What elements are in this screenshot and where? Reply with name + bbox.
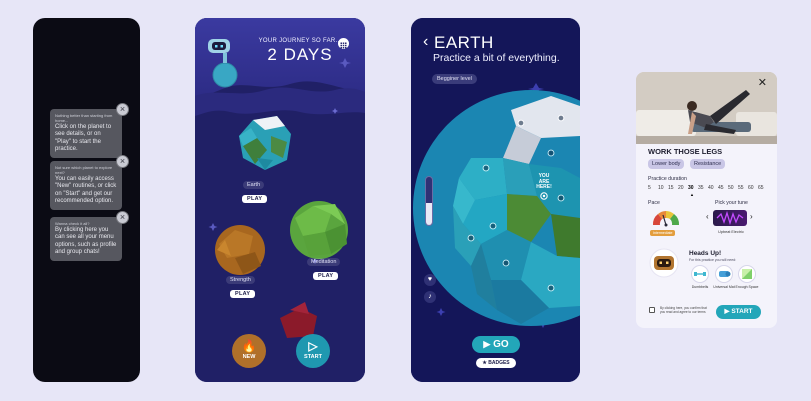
duration-option[interactable]: 40 — [708, 185, 714, 191]
go-button[interactable]: ▶ GO — [472, 336, 520, 353]
equipment-label: Enough Space — [735, 285, 759, 289]
tune-value: Upbeat Electric — [718, 230, 744, 234]
strength-planet — [215, 225, 265, 275]
workout-photo — [636, 72, 777, 144]
start-practice-label: START — [731, 308, 753, 315]
play-icon: ▶ — [724, 308, 730, 315]
tooltip-new-start: Not sure which planet to explore next? Y… — [50, 155, 129, 210]
tooltip-menu: Wanna check it all? By clicking here you… — [50, 211, 129, 261]
trophy-icon: ★ — [482, 360, 487, 366]
earth-globe[interactable] — [411, 18, 580, 382]
planet-label-meditation: Meditation — [307, 258, 341, 266]
tooltip-text: You can easily access "New" routines, or… — [55, 176, 117, 205]
play-icon: ▷ — [308, 339, 318, 353]
terms-checkbox[interactable] — [649, 307, 655, 313]
badges-button[interactable]: ★ BADGES — [476, 358, 516, 368]
tune-label: Pick your tune — [715, 200, 748, 206]
tag-chip[interactable]: Lower body — [648, 159, 685, 169]
journey-screen: YOUR JOURNEY SO FAR... 2 DAYS Earth PLAY… — [195, 18, 365, 382]
duration-option[interactable]: 35 — [698, 185, 704, 191]
planet-subtitle: Practice a bit of everything. — [433, 52, 560, 64]
equipment-label: Dumbbells — [691, 285, 709, 289]
pace-value: Intermediate — [650, 230, 676, 236]
tooltip-heading: Nothing better than starting from home..… — [55, 113, 113, 123]
start-button[interactable]: ▷ START — [296, 334, 330, 368]
meditation-planet — [290, 201, 348, 259]
tune-picker[interactable] — [713, 210, 747, 226]
pace-gauge[interactable] — [651, 207, 681, 227]
pace-label: Pace — [648, 200, 660, 206]
menu-grid-button[interactable] — [338, 38, 349, 49]
planet-label-strength: Strength — [226, 276, 255, 284]
tune-next-icon[interactable]: › — [750, 212, 753, 221]
dumbbells-icon — [691, 265, 709, 283]
back-icon[interactable]: ‹ — [423, 33, 428, 51]
tag-chip[interactable]: Resistance — [690, 159, 726, 169]
duration-option[interactable]: 5 — [648, 185, 651, 191]
duration-option[interactable]: 10 — [658, 185, 664, 191]
close-icon[interactable]: × — [116, 211, 129, 224]
new-button-label: NEW — [242, 354, 256, 360]
badges-button-label: BADGES — [488, 360, 510, 366]
start-button-label: START — [304, 354, 322, 360]
heads-up-subtitle: For this practice you will need: — [689, 258, 737, 262]
tune-prev-icon[interactable]: ‹ — [706, 212, 709, 221]
selected-marker-icon: ▲ — [690, 192, 694, 197]
bell-icon[interactable]: ♪ — [424, 291, 436, 303]
tooltip-planet: Nothing better than starting from home..… — [50, 103, 129, 158]
zoom-slider-fill — [426, 203, 432, 225]
zoom-slider[interactable] — [425, 176, 433, 226]
practice-title: WORK THOSE LEGS — [648, 147, 723, 156]
duration-option[interactable]: 45 — [718, 185, 724, 191]
play-strength-button[interactable]: PLAY — [230, 290, 256, 298]
heart-icon[interactable]: ♥ — [424, 274, 436, 286]
space-background — [195, 18, 365, 382]
robot-icon — [649, 248, 679, 278]
tooltip-heading: Not sure which planet to explore next? — [55, 165, 113, 175]
duration-option[interactable]: 65 — [758, 185, 764, 191]
planet-label-earth: Earth — [243, 181, 265, 189]
close-icon[interactable]: ✕ — [758, 76, 767, 89]
close-icon[interactable]: × — [116, 155, 129, 168]
onboarding-screen: Nothing better than starting from home..… — [33, 18, 140, 382]
tooltip-text: By clicking here you can see all your me… — [55, 227, 117, 256]
tooltip-heading: Wanna check it all? — [55, 221, 90, 226]
duration-option[interactable]: 55 — [738, 185, 744, 191]
go-button-label: GO — [493, 339, 509, 350]
you-are-here-marker: YOU ARE HERE! — [536, 173, 552, 190]
heads-up-title: Heads Up! — [689, 250, 722, 257]
duration-option[interactable]: 15 — [668, 185, 674, 191]
duration-option[interactable]: 50 — [728, 185, 734, 191]
grid-icon — [340, 42, 347, 49]
level-badge: Begginer level — [432, 74, 477, 84]
practice-setup-screen: ✕ WORK THOSE LEGS Lower body Resistance … — [636, 72, 777, 328]
duration-option[interactable]: 30 — [688, 185, 694, 191]
duration-option[interactable]: 60 — [748, 185, 754, 191]
play-earth-button[interactable]: PLAY — [242, 195, 268, 203]
earth-detail-screen: YOU ARE HERE! ‹ EARTH Practice a bit of … — [411, 18, 580, 382]
close-icon[interactable]: × — [116, 103, 129, 116]
space-icon — [738, 265, 756, 283]
hero-image — [636, 72, 777, 144]
terms-text: By clicking here, you confirm that you r… — [660, 306, 707, 314]
tooltip-text: Click on the planet to see details, or o… — [55, 124, 112, 153]
flame-icon: 🔥 — [241, 339, 257, 353]
soundwave-icon — [716, 210, 744, 226]
duration-label: Practice duration — [648, 176, 687, 182]
mat-icon — [715, 265, 733, 283]
play-meditation-button[interactable]: PLAY — [313, 272, 339, 280]
start-practice-button[interactable]: ▶ START — [716, 305, 761, 319]
duration-option[interactable]: 20 — [678, 185, 684, 191]
planet-title: EARTH — [434, 33, 494, 52]
new-button[interactable]: 🔥 NEW — [232, 334, 266, 368]
play-icon: ▶ — [483, 339, 491, 349]
